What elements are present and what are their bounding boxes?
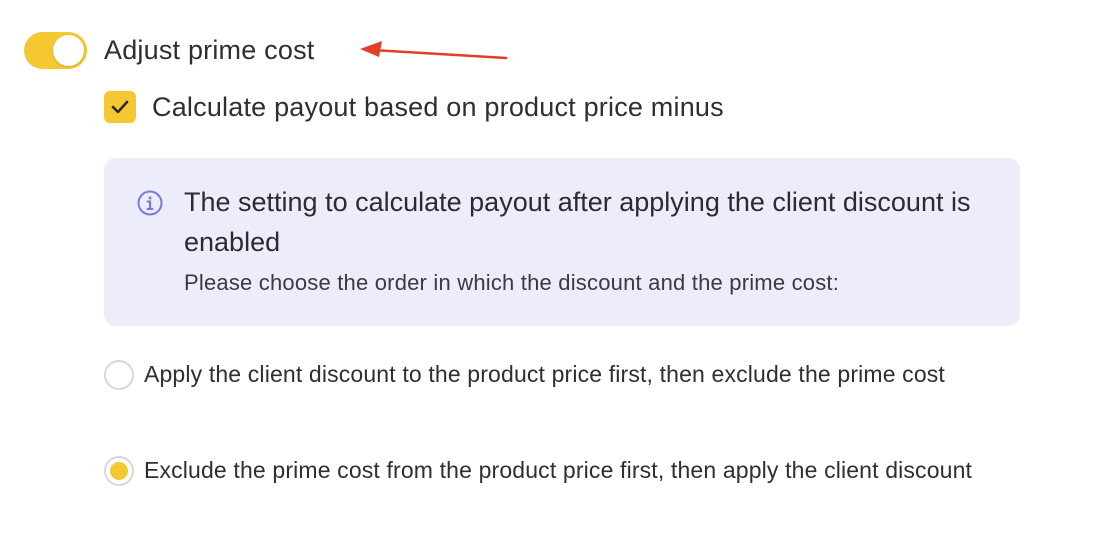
info-text: Please choose the order in which the dis…	[184, 270, 840, 295]
adjust-prime-cost-row: Adjust prime cost	[24, 30, 314, 70]
annotation-arrow-icon	[360, 41, 508, 60]
payout-checkbox-label: Calculate payout based on product price …	[152, 91, 724, 122]
adjust-prime-cost-label: Adjust prime cost	[104, 34, 315, 65]
info-icon	[137, 190, 163, 216]
option-label: Apply the client discount to the product…	[144, 361, 945, 387]
checkmark-icon	[111, 100, 129, 114]
radio-button-selected[interactable]	[104, 456, 134, 486]
payout-checkbox-row: Calculate payout based on product price …	[104, 90, 724, 124]
toggle-knob	[53, 34, 84, 66]
option-prime-cost-first[interactable]: Exclude the prime cost from the product …	[104, 456, 1004, 486]
info-notice: The setting to calculate payout after ap…	[104, 158, 1020, 326]
adjust-prime-cost-toggle[interactable]	[24, 31, 87, 69]
payout-checkbox[interactable]	[104, 91, 136, 123]
info-title: The setting to calculate payout after ap…	[184, 187, 971, 257]
option-discount-first[interactable]: Apply the client discount to the product…	[104, 360, 1004, 390]
option-label: Exclude the prime cost from the product …	[144, 457, 973, 483]
radio-selected-dot	[110, 462, 128, 480]
radio-button[interactable]	[104, 360, 134, 390]
